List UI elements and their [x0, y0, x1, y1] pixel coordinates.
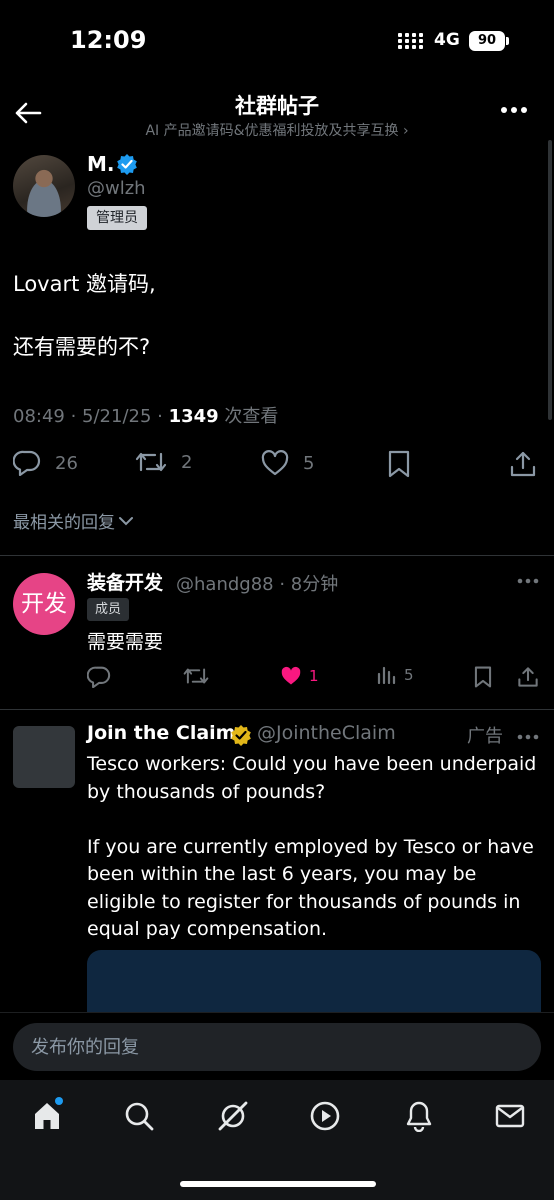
bookmark-icon: [474, 666, 492, 688]
like-action[interactable]: 5: [261, 450, 314, 476]
ad-author-name[interactable]: Join the Claim: [87, 722, 235, 744]
reply-action[interactable]: 26: [13, 450, 78, 476]
reply-author-name[interactable]: 装备开发: [87, 568, 163, 595]
reply-text: 需要需要: [87, 631, 164, 653]
tab-grok[interactable]: [215, 1098, 251, 1134]
repost-action[interactable]: 2: [135, 450, 192, 474]
mail-icon: [495, 1104, 525, 1128]
reply-views-action[interactable]: 5: [377, 666, 414, 684]
reply-icon: [87, 666, 111, 688]
reply-avatar[interactable]: 开发: [13, 573, 75, 635]
bell-icon: [406, 1101, 432, 1132]
views-label: 次查看: [218, 406, 279, 427]
more-horizontal-icon: [517, 734, 539, 740]
ad-paragraph-2: If you are currently employed by Tesco o…: [87, 835, 534, 941]
views-chart-icon: [377, 666, 396, 684]
verified-gold-icon: [230, 724, 252, 746]
network-type: 4G: [434, 30, 460, 50]
bookmark-action[interactable]: [387, 450, 411, 478]
page-title: 社群帖子: [235, 94, 319, 118]
ad-text: Tesco workers: Could you have been under…: [87, 751, 545, 944]
battery-tip: [506, 37, 509, 45]
reply-count: 26: [55, 452, 78, 474]
reply-input[interactable]: [13, 1023, 541, 1071]
heart-icon: [261, 450, 289, 476]
post-text-line-1: Lovart 邀请码,: [13, 272, 156, 296]
repost-icon: [135, 452, 167, 472]
reply-reply-action[interactable]: [87, 666, 111, 688]
bookmark-icon: [388, 450, 410, 478]
home-indicator[interactable]: [180, 1181, 376, 1187]
status-time: 12:09: [70, 26, 147, 54]
repost-count: 2: [181, 451, 193, 473]
reply-handle-time[interactable]: @handg88 · 8分钟: [176, 570, 338, 596]
reply-sort-dropdown[interactable]: 最相关的回复: [13, 508, 134, 533]
share-icon: [510, 451, 536, 477]
role-badge-admin: 管理员: [87, 206, 147, 230]
like-count: 5: [303, 452, 315, 474]
reply-repost-action[interactable]: [183, 666, 209, 686]
reply-more-button[interactable]: [517, 578, 539, 584]
reply-share-action[interactable]: [517, 666, 539, 688]
author-handle[interactable]: @wlzh: [87, 178, 146, 199]
divider: [0, 709, 554, 710]
reply-like-action[interactable]: 1: [280, 666, 319, 686]
grok-icon: [218, 1101, 248, 1131]
more-horizontal-icon: [501, 107, 527, 113]
scrollbar[interactable]: [548, 140, 552, 420]
share-action[interactable]: [509, 450, 537, 478]
more-options-button[interactable]: [500, 106, 528, 114]
tab-messages[interactable]: [494, 1100, 526, 1132]
repost-icon: [183, 668, 209, 684]
ad-paragraph-1: Tesco workers: Could you have been under…: [87, 753, 537, 803]
ad-avatar[interactable]: [13, 726, 75, 788]
reply-like-count: 1: [309, 667, 319, 685]
divider: [0, 555, 554, 556]
reply-bookmark-action[interactable]: [473, 666, 493, 688]
post-text-line-2: 还有需要的不?: [13, 335, 151, 359]
post-meta: 08:49 · 5/21/25 · 1349 次查看: [13, 402, 278, 428]
notification-dot: [55, 1097, 63, 1105]
reply-icon: [13, 450, 41, 476]
play-icon: [310, 1101, 340, 1131]
ad-more-button[interactable]: [517, 734, 539, 740]
share-icon: [518, 667, 538, 687]
tab-video[interactable]: [309, 1100, 341, 1132]
heart-filled-icon: [281, 666, 301, 685]
divider: [0, 1012, 554, 1013]
tab-notifications[interactable]: [403, 1100, 435, 1132]
more-horizontal-icon: [517, 578, 539, 584]
author-name[interactable]: M.: [87, 152, 115, 176]
community-link[interactable]: AI 产品邀请码&优惠福利投放及共享互换 ›: [0, 120, 554, 140]
verified-badge-icon: [116, 153, 138, 175]
sort-label: 最相关的回复: [13, 513, 115, 533]
search-icon: [125, 1102, 154, 1131]
ad-label: 广告: [467, 726, 503, 747]
views-count[interactable]: 1349: [169, 406, 219, 427]
reply-views-count: 5: [404, 666, 414, 684]
ad-handle[interactable]: @JointheClaim: [257, 722, 396, 744]
battery-icon: 90: [469, 31, 505, 51]
signal-icon: [398, 33, 428, 49]
post-timestamp: 08:49 · 5/21/25 ·: [13, 406, 169, 427]
chevron-down-icon: [119, 516, 133, 525]
tab-search[interactable]: [123, 1100, 155, 1132]
role-badge-member: 成员: [87, 598, 130, 621]
author-avatar[interactable]: [13, 155, 75, 217]
